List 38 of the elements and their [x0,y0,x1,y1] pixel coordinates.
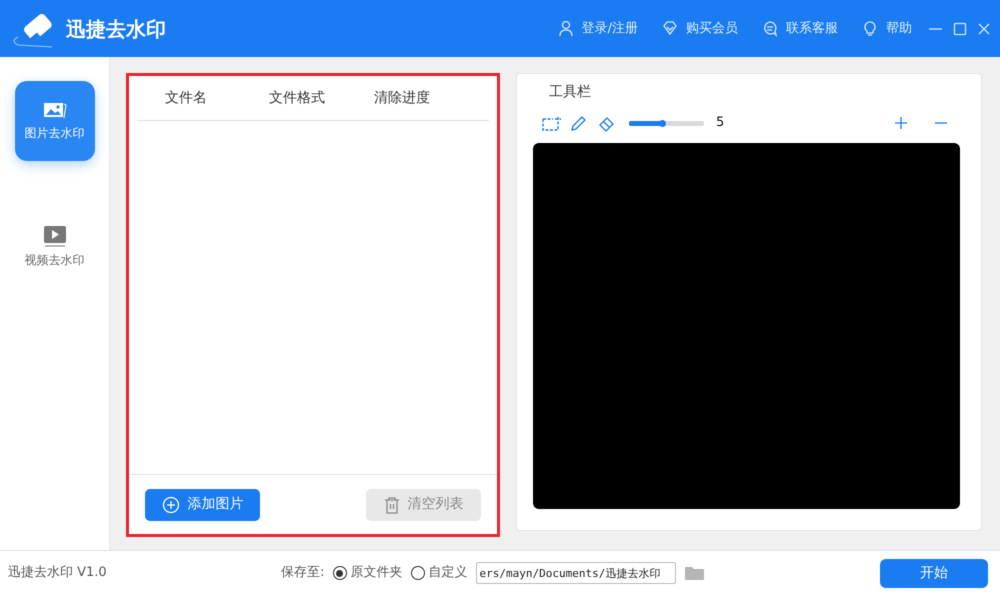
lightbulb-icon [862,20,878,37]
close-button[interactable] [976,20,992,36]
radio-label[interactable]: 原文件夹 [350,563,403,583]
app-version: 迅捷去水印 V1.0 [8,564,107,582]
video-play-icon [42,225,66,247]
save-path-field[interactable]: ers/mayn/Documents/迅捷去水印 [476,562,676,584]
select-area-icon[interactable] [541,114,561,132]
chat-icon [762,20,778,37]
radio-button[interactable] [332,566,347,580]
sidebar-tab[interactable]: 视频去水印 [14,207,94,287]
app-title: 迅捷去水印 [66,16,166,42]
radio-button[interactable] [410,566,425,580]
save-to-label: 保存至: [281,564,325,582]
close-icon [976,20,992,36]
trash-icon [384,496,400,514]
minimize-icon [929,28,942,30]
header-link[interactable]: 购买会员 [662,18,738,38]
maximize-button[interactable] [952,20,968,36]
diamond-icon [662,20,678,37]
image-icon [42,100,66,120]
zoom-in-icon[interactable] [893,115,909,131]
radio-label[interactable]: 自定义 [428,563,468,583]
toolbar-title: 工具栏 [549,83,592,102]
sidebar-tab[interactable]: 图片去水印 [14,81,94,161]
header-link[interactable]: 联系客服 [762,18,838,38]
folder-icon[interactable] [684,564,706,582]
maximize-icon [952,20,968,36]
header-link[interactable]: 帮助 [862,18,912,38]
column-header: 文件格式 [269,88,326,108]
column-header: 文件名 [165,88,208,108]
header-link[interactable]: 登录/注册 [558,18,638,38]
plus-circle-icon [162,496,180,514]
start-button[interactable]: 开始 [880,558,988,588]
add-image-button[interactable]: 添加图片 [145,488,260,520]
brush-size-slider[interactable] [629,120,704,126]
column-header: 清除进度 [374,88,431,108]
user-icon [558,20,574,37]
brush-size-value: 5 [716,114,724,132]
